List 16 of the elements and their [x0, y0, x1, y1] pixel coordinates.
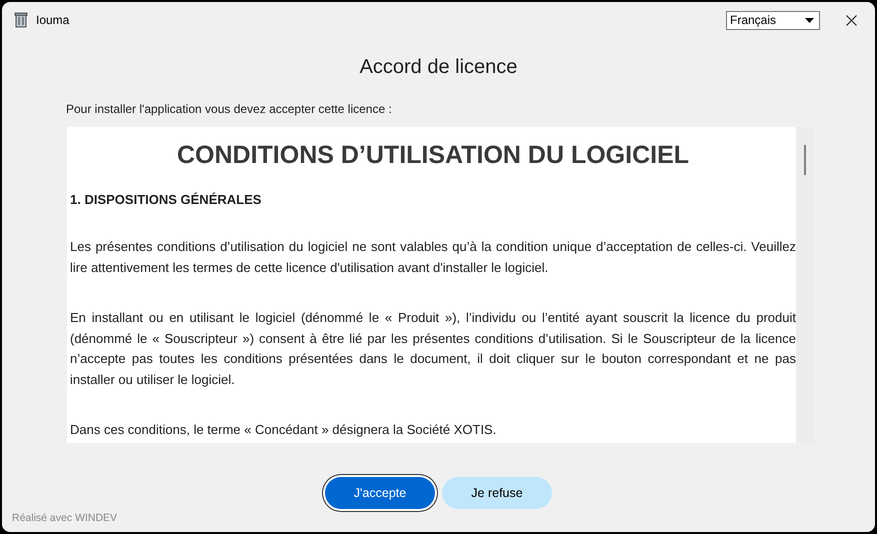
- close-icon: [846, 14, 857, 26]
- decline-button[interactable]: Je refuse: [442, 477, 552, 509]
- license-title: CONDITIONS D’UTILISATION DU LOGICIEL: [176, 141, 690, 170]
- footer-text: Réalisé avec WINDEV: [12, 512, 118, 524]
- section-heading: 1. DISPOSITIONS GÉNÉRALES: [70, 192, 262, 207]
- bin-icon: [14, 12, 28, 28]
- language-dropdown[interactable]: Français: [726, 10, 820, 30]
- intro-text: Pour installer l'application vous devez accepter cette licence :: [66, 102, 393, 116]
- scrollbar-thumb[interactable]: [804, 145, 806, 175]
- window-title: Iouma: [36, 13, 70, 27]
- caret-icon: [805, 18, 814, 22]
- accept-button[interactable]: J'accepte: [325, 477, 435, 509]
- license-paragraph: Dans ces conditions, le terme « Concédant » désignera la Société XOTIS.: [70, 421, 498, 439]
- license-paragraph: En installant ou en utilisant le logiciel (dénommé le « Produit »), l’individu ou l’entité ayant souscrit la licence du produit (dénommé le « Souscripteur ») consent à être lié par les présentes conditions d’utilisation. Si le Souscripteur de la licence n’accepte pas toutes les conditions présentées dans le document, il doit cliquer sur le bouton correspondant et ne pas installer ou utiliser le logiciel.: [70, 309, 796, 389]
- license-paragraph: Les présentes conditions d’utilisation du logiciel ne sont valables qu’à la condition unique d’acceptation de celles-ci. Veuillez lire attentivement les termes de cette licence d'utilisation avant d'installer le logiciel.: [70, 238, 796, 277]
- dialog-heading: Accord de licence: [358, 56, 518, 79]
